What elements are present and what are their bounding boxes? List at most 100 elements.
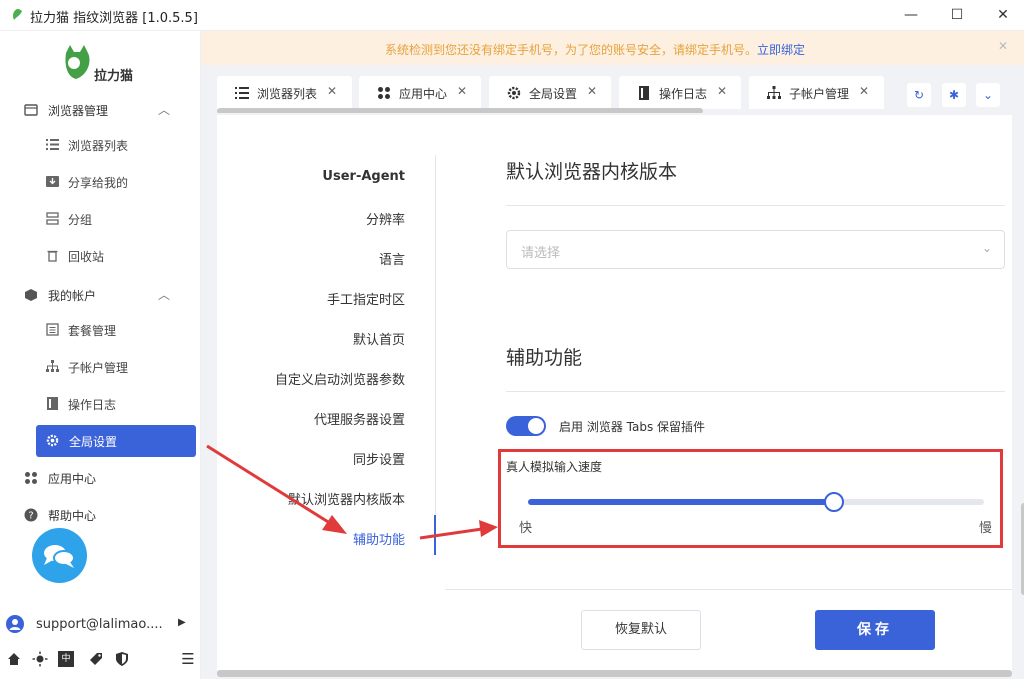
- gear-icon: [507, 86, 521, 100]
- avatar: [6, 615, 24, 633]
- collapse-icon[interactable]: ☰: [180, 651, 196, 667]
- sidebar-item-log[interactable]: 操作日志: [0, 387, 200, 421]
- sidebar-item-label: 子帐户管理: [68, 361, 129, 375]
- log-icon: [47, 397, 58, 410]
- app-window: 拉力猫 指纹浏览器 [1.0.5.5] — ☐ ✕ 拉力猫 浏览器管理 ︿ 浏览…: [0, 0, 1024, 679]
- reset-default-button[interactable]: 恢复默认: [581, 610, 701, 650]
- close-button[interactable]: ✕: [988, 4, 1018, 26]
- slider-max-label: 慢: [979, 521, 993, 536]
- minimize-button[interactable]: —: [896, 4, 926, 26]
- refresh-icon[interactable]: ↻: [907, 83, 931, 107]
- nav-group-browser[interactable]: 浏览器管理 ︿: [0, 93, 200, 127]
- kernel-select[interactable]: 请选择 ⌄: [506, 230, 1005, 269]
- sub-account-icon: [46, 360, 59, 372]
- typing-speed-slider[interactable]: [528, 492, 984, 512]
- tab-global-settings[interactable]: 全局设置 ✕: [489, 76, 611, 109]
- settings-nav-user-agent[interactable]: User-Agent: [322, 169, 405, 184]
- sidebar: 拉力猫 浏览器管理 ︿ 浏览器列表 分享给我的 分组 回收站 我的帐户 ︿ 套餐…: [0, 31, 201, 679]
- chevron-down-icon[interactable]: ⌄: [976, 83, 1000, 107]
- home-icon[interactable]: [6, 651, 22, 667]
- group-icon: [46, 212, 59, 225]
- share-icon: [46, 176, 59, 187]
- tab-label: 应用中心: [399, 87, 448, 101]
- shield-icon[interactable]: [114, 651, 130, 667]
- tab-close-icon[interactable]: ✕: [587, 84, 597, 98]
- save-button[interactable]: 保存: [815, 610, 935, 650]
- chevron-up-icon: ︿: [158, 288, 171, 302]
- tab-label: 浏览器列表: [257, 87, 318, 101]
- typing-speed-label: 真人模拟输入速度: [506, 460, 603, 474]
- toggle-knob: [528, 418, 544, 434]
- window-title: 拉力猫 指纹浏览器 [1.0.5.5]: [30, 11, 198, 26]
- nav-group-label: 我的帐户: [48, 289, 97, 303]
- slider-thumb[interactable]: [823, 492, 844, 512]
- gear-icon: [46, 434, 59, 447]
- settings-icon[interactable]: ✱: [942, 83, 966, 107]
- sidebar-item-sub-account[interactable]: 子帐户管理: [0, 350, 200, 384]
- settings-nav-kernel[interactable]: 默认浏览器内核版本: [288, 489, 405, 508]
- sidebar-item-label: 浏览器列表: [68, 139, 129, 153]
- language-icon[interactable]: 中: [58, 651, 74, 667]
- sidebar-item-global-settings[interactable]: 全局设置: [36, 425, 196, 457]
- settings-nav-launch-params[interactable]: 自定义启动浏览器参数: [275, 369, 405, 388]
- sidebar-item-trash[interactable]: 回收站: [0, 239, 200, 273]
- settings-nav-active-indicator: [434, 515, 436, 555]
- sidebar-item-label: 回收站: [68, 250, 105, 264]
- tab-app-center[interactable]: 应用中心 ✕: [359, 76, 481, 109]
- slider-fill: [528, 499, 834, 505]
- nav-group-apps[interactable]: 应用中心: [0, 461, 200, 495]
- sub-account-icon: [767, 86, 781, 99]
- content-area: User-Agent 分辨率 语言 手工指定时区 默认首页 自定义启动浏览器参数…: [201, 113, 1024, 679]
- sidebar-item-group[interactable]: 分组: [0, 202, 200, 236]
- sidebar-item-label: 操作日志: [68, 398, 117, 412]
- kernel-section-title: 默认浏览器内核版本: [506, 161, 678, 183]
- sun-icon[interactable]: [32, 651, 48, 667]
- brand-name: 拉力猫: [94, 69, 134, 84]
- sidebar-item-shared[interactable]: 分享给我的: [0, 165, 200, 199]
- settings-nav-homepage[interactable]: 默认首页: [353, 329, 405, 348]
- section-divider: [506, 391, 1005, 392]
- settings-nav-assist[interactable]: 辅助功能: [353, 529, 405, 548]
- brand-logo: 拉力猫: [60, 41, 150, 89]
- settings-nav-divider: [435, 155, 436, 555]
- tabs-plugin-toggle[interactable]: [506, 416, 546, 436]
- nav-group-help[interactable]: ? 帮助中心: [0, 498, 200, 532]
- sidebar-item-package[interactable]: 套餐管理: [0, 313, 200, 347]
- app-logo-icon: [13, 9, 22, 20]
- tab-close-icon[interactable]: ✕: [327, 84, 337, 98]
- tab-close-icon[interactable]: ✕: [717, 84, 727, 98]
- tag-icon[interactable]: [88, 651, 104, 667]
- account-menu[interactable]: support@lalimao.... ▶: [0, 609, 200, 639]
- horizontal-scrollbar[interactable]: [217, 670, 1012, 677]
- tab-label: 全局设置: [529, 87, 578, 101]
- account-icon: [25, 289, 37, 301]
- nav-group-account[interactable]: 我的帐户 ︿: [0, 278, 200, 312]
- list-icon: [46, 139, 59, 150]
- chevron-up-icon: ︿: [158, 103, 171, 117]
- account-email: support@lalimao....: [36, 617, 163, 632]
- settings-nav-proxy[interactable]: 代理服务器设置: [314, 409, 405, 428]
- nav-group-label: 帮助中心: [48, 509, 97, 523]
- chat-support-button[interactable]: [32, 528, 87, 583]
- maximize-button[interactable]: ☐: [942, 4, 972, 26]
- tab-close-icon[interactable]: ✕: [859, 84, 869, 98]
- tab-sub-account[interactable]: 子帐户管理 ✕: [749, 76, 884, 109]
- trash-icon: [47, 250, 58, 262]
- tabs-plugin-toggle-label: 启用 浏览器 Tabs 保留插件: [559, 420, 706, 434]
- list-icon: [235, 87, 249, 99]
- settings-nav-language[interactable]: 语言: [379, 249, 405, 268]
- package-icon: [46, 323, 59, 336]
- chevron-down-icon: ⌄: [981, 241, 992, 255]
- sidebar-item-label: 全局设置: [69, 435, 118, 449]
- tab-operation-log[interactable]: 操作日志 ✕: [619, 76, 741, 109]
- sidebar-item-label: 分组: [68, 213, 93, 227]
- settings-nav-sync[interactable]: 同步设置: [353, 449, 405, 468]
- bind-phone-link[interactable]: 立即绑定: [757, 43, 805, 57]
- settings-nav-timezone[interactable]: 手工指定时区: [327, 289, 405, 308]
- tab-browser-list[interactable]: 浏览器列表 ✕: [217, 76, 352, 109]
- notice-close-icon[interactable]: ✕: [998, 39, 1008, 53]
- sidebar-item-browser-list[interactable]: 浏览器列表: [0, 128, 200, 162]
- caret-right-icon: ▶: [178, 617, 186, 628]
- tab-close-icon[interactable]: ✕: [457, 84, 467, 98]
- settings-nav-resolution[interactable]: 分辨率: [366, 209, 405, 228]
